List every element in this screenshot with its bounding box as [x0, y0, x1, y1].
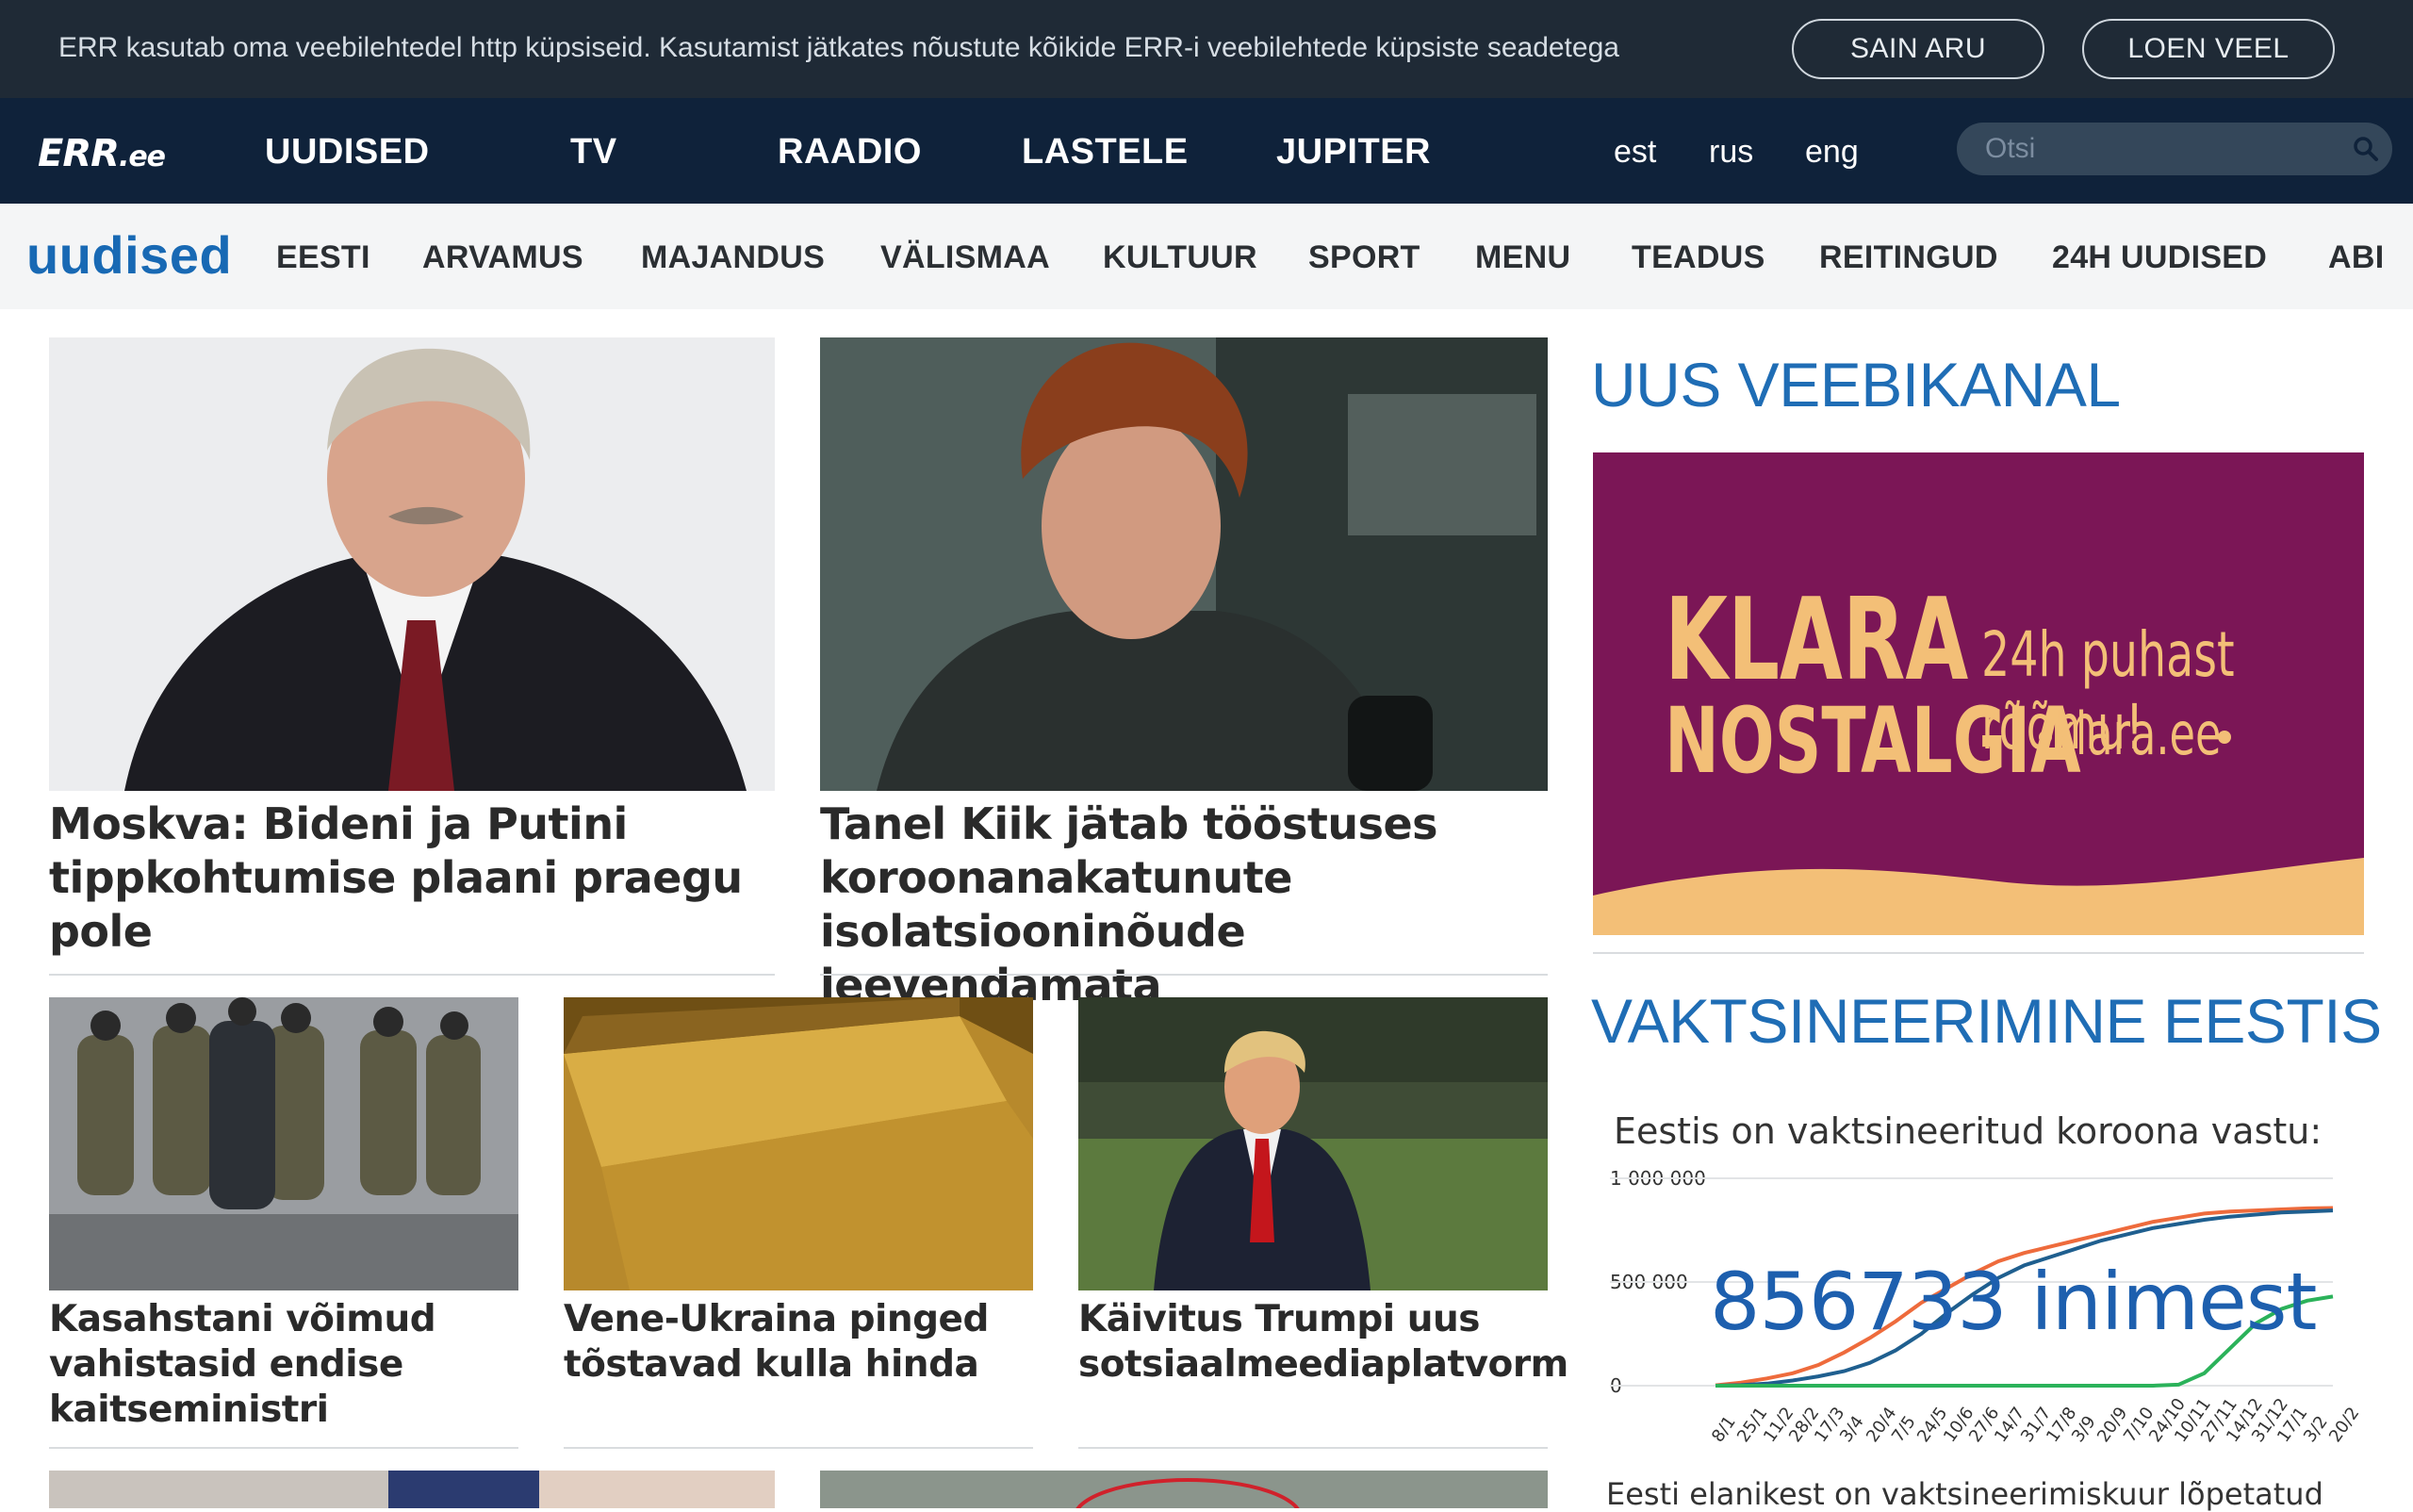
section-item-abi[interactable]: ABI [2328, 239, 2384, 276]
section-navigation: uudised EESTI ARVAMUS MAJANDUS VÄLISMAA … [0, 204, 2413, 309]
section-item-eesti[interactable]: EESTI [276, 239, 370, 276]
search-box [1957, 123, 2392, 175]
vaccination-chart: Eestis on vaktsineeritud koroona vastu: … [1593, 1093, 2366, 1512]
lang-rus[interactable]: rus [1709, 134, 1753, 171]
section-item-teadus[interactable]: TEADUS [1632, 239, 1765, 276]
article-headline[interactable]: Tanel Kiik jätab tööstuses koroonanakatu… [820, 797, 1555, 1012]
nav-item-uudised[interactable]: UUDISED [265, 132, 430, 173]
banner-decoration [1593, 731, 2364, 935]
article-image-partial[interactable] [820, 1471, 1548, 1508]
nav-item-tv[interactable]: TV [570, 132, 617, 173]
cookie-bar: ERR kasutab oma veebilehtedel http küpsi… [0, 0, 2413, 98]
cookie-text: ERR kasutab oma veebilehtedel http küpsi… [58, 32, 1619, 63]
vaccination-title: VAKTSINEERIMINE EESTIS [1591, 986, 2382, 1056]
article-image-trump[interactable] [1078, 997, 1548, 1290]
article-headline[interactable]: Kasahstani võimud vahistasid endise kait… [49, 1297, 520, 1433]
section-item-sport[interactable]: SPORT [1308, 239, 1420, 276]
section-item-kultuur[interactable]: KULTUUR [1103, 239, 1257, 276]
article-image-kazakhstan[interactable] [49, 997, 518, 1290]
nav-item-raadio[interactable]: RAADIO [778, 132, 922, 173]
klara-nostalgia-banner[interactable]: KLARA NOSTALGIA 24h puhast rõõmu! klara.… [1593, 452, 2364, 935]
err-logo[interactable]: ERR.ee [38, 132, 166, 175]
lang-est[interactable]: est [1614, 134, 1656, 171]
article-image-peskov[interactable] [49, 337, 775, 791]
article-headline[interactable]: Käivitus Trumpi uus sotsiaalmeediaplatvo… [1078, 1297, 1568, 1388]
cookie-accept-button[interactable]: SAIN ARU [1792, 19, 2044, 79]
section-item-24h-uudised[interactable]: 24H UUDISED [2052, 239, 2267, 276]
divider [820, 974, 1548, 976]
divider [49, 974, 775, 976]
cookie-read-more-button[interactable]: LOEN VEEL [2082, 19, 2335, 79]
search-icon[interactable] [2351, 134, 2381, 164]
article-image-gold[interactable] [564, 997, 1033, 1290]
nav-item-jupiter[interactable]: JUPITER [1276, 132, 1431, 173]
section-item-valismaa[interactable]: VÄLISMAA [880, 239, 1050, 276]
divider [1593, 952, 2364, 954]
article-headline[interactable]: Vene-Ukraina pinged tõstavad kulla hinda [564, 1297, 1035, 1388]
section-item-arvamus[interactable]: ARVAMUS [422, 239, 583, 276]
divider [1078, 1447, 1548, 1449]
vaccinated-count: 856733 inimest [1710, 1256, 2318, 1348]
new-channel-title: UUS VEEBIKANAL [1591, 350, 2121, 419]
lang-eng[interactable]: eng [1805, 134, 1859, 171]
divider [564, 1447, 1033, 1449]
main-navigation: ERR.ee UUDISED TV RAADIO LASTELE JUPITER… [0, 98, 2413, 204]
search-input[interactable] [1985, 130, 2324, 168]
divider [49, 1447, 518, 1449]
section-item-reitingud[interactable]: REITINGUD [1819, 239, 1998, 276]
article-image-partial[interactable] [49, 1471, 775, 1508]
section-item-menu[interactable]: MENU [1475, 239, 1570, 276]
nav-item-lastele[interactable]: LASTELE [1022, 132, 1189, 173]
article-headline[interactable]: Moskva: Bideni ja Putini tippkohtumise p… [49, 797, 784, 959]
section-title[interactable]: uudised [26, 224, 232, 286]
chart-footer: Eesti elanikest on vaktsineerimiskuur lõ… [1606, 1476, 2323, 1512]
article-image-kiik[interactable] [820, 337, 1548, 791]
section-item-majandus[interactable]: MAJANDUS [641, 239, 825, 276]
